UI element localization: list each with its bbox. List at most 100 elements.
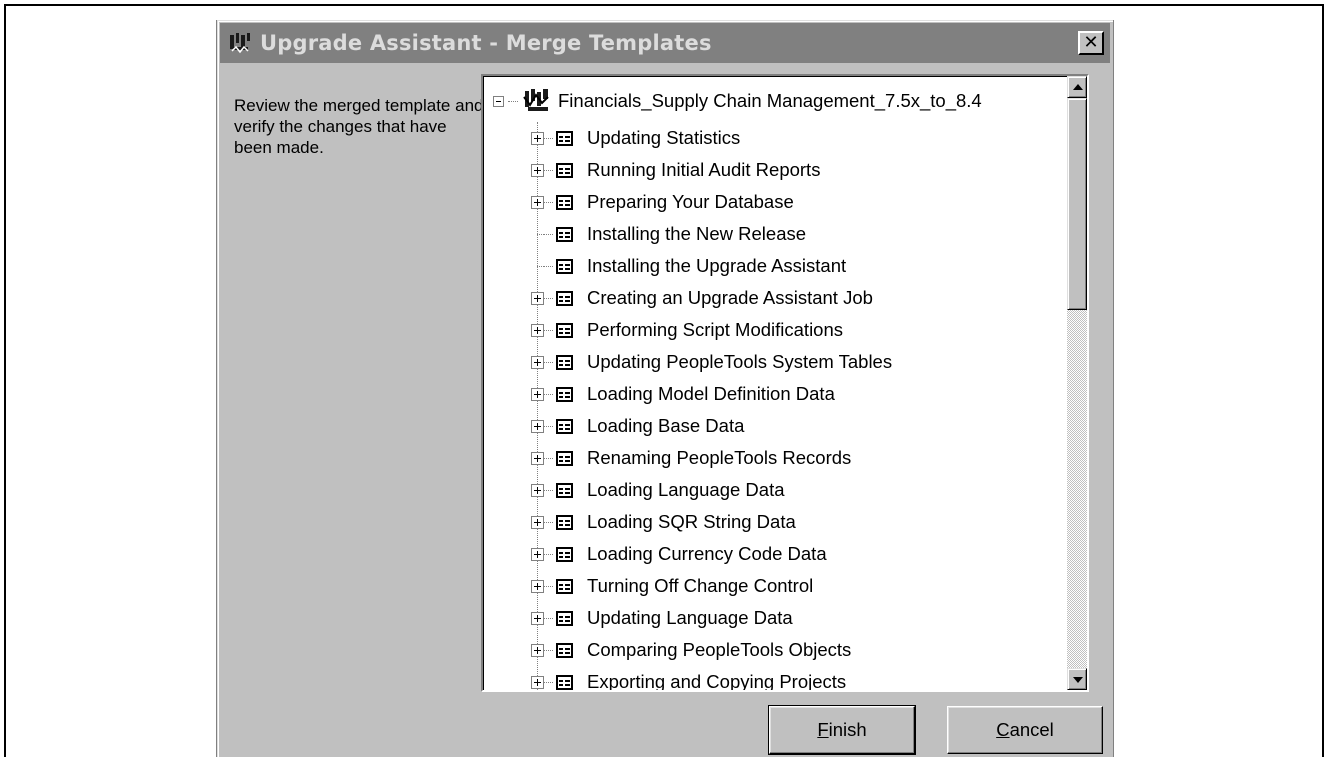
expand-icon[interactable] [531,483,544,497]
close-icon: ✕ [1083,32,1099,53]
tree-item-label: Loading Model Definition Data [587,383,835,404]
finish-button-label: Finish [817,719,867,740]
tree-connector [544,393,553,395]
expand-icon[interactable] [531,515,544,529]
tree-item[interactable]: Preparing Your Database [531,186,794,218]
vertical-scrollbar[interactable] [1067,76,1087,690]
tree-item-label: Turning Off Change Control [587,575,814,596]
tree-item[interactable]: Installing the New Release [531,218,806,250]
tree-item[interactable]: Updating PeopleTools System Tables [531,346,892,378]
tree-item-label: Updating PeopleTools System Tables [587,351,893,372]
tree-item-label: Loading Currency Code Data [587,543,827,564]
step-icon [556,226,573,242]
expand-icon[interactable] [531,419,544,433]
scroll-thumb[interactable] [1067,98,1087,310]
expand-icon[interactable] [531,611,544,625]
scroll-up-button[interactable] [1067,76,1087,98]
tree-item-label: Updating Language Data [587,607,793,628]
step-icon [556,642,573,658]
tree-connector [531,260,544,273]
template-icon [523,89,549,111]
expand-icon[interactable] [531,579,544,593]
expand-icon[interactable] [531,451,544,465]
expand-icon[interactable] [531,131,544,145]
page-border-right [1322,4,1324,757]
tree-item-label: Running Initial Audit Reports [587,159,821,180]
tree-connector [544,457,553,459]
finish-button[interactable]: Finish [768,705,916,755]
expand-icon[interactable] [531,323,544,337]
template-tree-view[interactable]: Financials_Supply Chain Management_7.5x_… [481,74,1089,692]
step-icon [556,418,573,434]
step-icon [556,482,573,498]
window-title: Upgrade Assistant - Merge Templates [260,31,712,55]
merge-templates-dialog: Upgrade Assistant - Merge Templates ✕ Re… [216,20,1114,757]
step-icon [556,354,573,370]
step-icon [556,610,573,626]
tree-connector [544,425,553,427]
tree-item[interactable]: Loading Base Data [531,410,744,442]
step-icon [556,290,573,306]
expand-icon[interactable] [531,675,544,689]
tree-item[interactable]: Exporting and Copying Projects [531,666,846,690]
step-icon [556,322,573,338]
tree-connector [544,489,553,491]
tree-connector [544,201,553,203]
step-icon [556,514,573,530]
tree-item[interactable]: Loading Currency Code Data [531,538,827,570]
expand-icon[interactable] [531,547,544,561]
tree-content: Financials_Supply Chain Management_7.5x_… [483,76,1067,690]
tree-item[interactable]: Performing Script Modifications [531,314,843,346]
title-bar[interactable]: Upgrade Assistant - Merge Templates ✕ [220,23,1110,63]
tree-item[interactable]: Loading SQR String Data [531,506,796,538]
tree-item-label: Preparing Your Database [587,191,794,212]
tree-connector [544,617,553,619]
expand-icon[interactable] [531,643,544,657]
tree-connector [544,521,553,523]
tree-item[interactable]: Updating Language Data [531,602,793,634]
tree-item[interactable]: Loading Language Data [531,474,785,506]
tree-item[interactable]: Installing the Upgrade Assistant [531,250,846,282]
tree-root-label: Financials_Supply Chain Management_7.5x_… [558,90,982,111]
tree-item[interactable]: Renaming PeopleTools Records [531,442,851,474]
tree-item-label: Installing the Upgrade Assistant [587,255,847,276]
tree-item[interactable]: Creating an Upgrade Assistant Job [531,282,873,314]
tree-item[interactable]: Turning Off Change Control [531,570,813,602]
tree-item-label: Renaming PeopleTools Records [587,447,852,468]
tree-item-label: Comparing PeopleTools Objects [587,639,852,660]
step-icon [556,194,573,210]
tree-item[interactable]: Loading Model Definition Data [531,378,835,410]
tree-connector [544,265,553,267]
tree-item[interactable]: Updating Statistics [531,122,740,154]
expand-icon[interactable] [531,163,544,177]
scroll-down-button[interactable] [1067,668,1087,690]
tree-connector [508,100,518,102]
tree-item-label: Installing the New Release [587,223,807,244]
expand-icon[interactable] [531,291,544,305]
expand-icon[interactable] [531,195,544,209]
tree-item[interactable]: Comparing PeopleTools Objects [531,634,851,666]
tree-connector [544,297,553,299]
collapse-icon[interactable] [493,95,504,107]
tree-item-label: Creating an Upgrade Assistant Job [587,287,873,308]
tree-item[interactable]: Running Initial Audit Reports [531,154,820,186]
tree-item-label: Updating Statistics [587,127,741,148]
tree-connector [544,585,553,587]
instructions-text: Review the merged template and verify th… [234,96,484,157]
expand-icon[interactable] [531,355,544,369]
tree-item-label: Loading SQR String Data [587,511,796,532]
expand-icon[interactable] [531,387,544,401]
step-icon [556,130,573,146]
page-border-left [4,4,6,757]
arrow-down-icon [1073,677,1083,683]
tree-root-node[interactable]: Financials_Supply Chain Management_7.5x_… [493,86,982,116]
cancel-button-label: Cancel [996,719,1054,740]
tree-connector [531,228,544,241]
cancel-button[interactable]: Cancel [947,706,1103,754]
upgrade-assistant-icon [228,31,252,55]
page-border-top [4,4,1324,6]
tree-connector [544,233,553,235]
step-icon [556,546,573,562]
close-button[interactable]: ✕ [1078,31,1104,55]
tree-connector [544,681,553,683]
